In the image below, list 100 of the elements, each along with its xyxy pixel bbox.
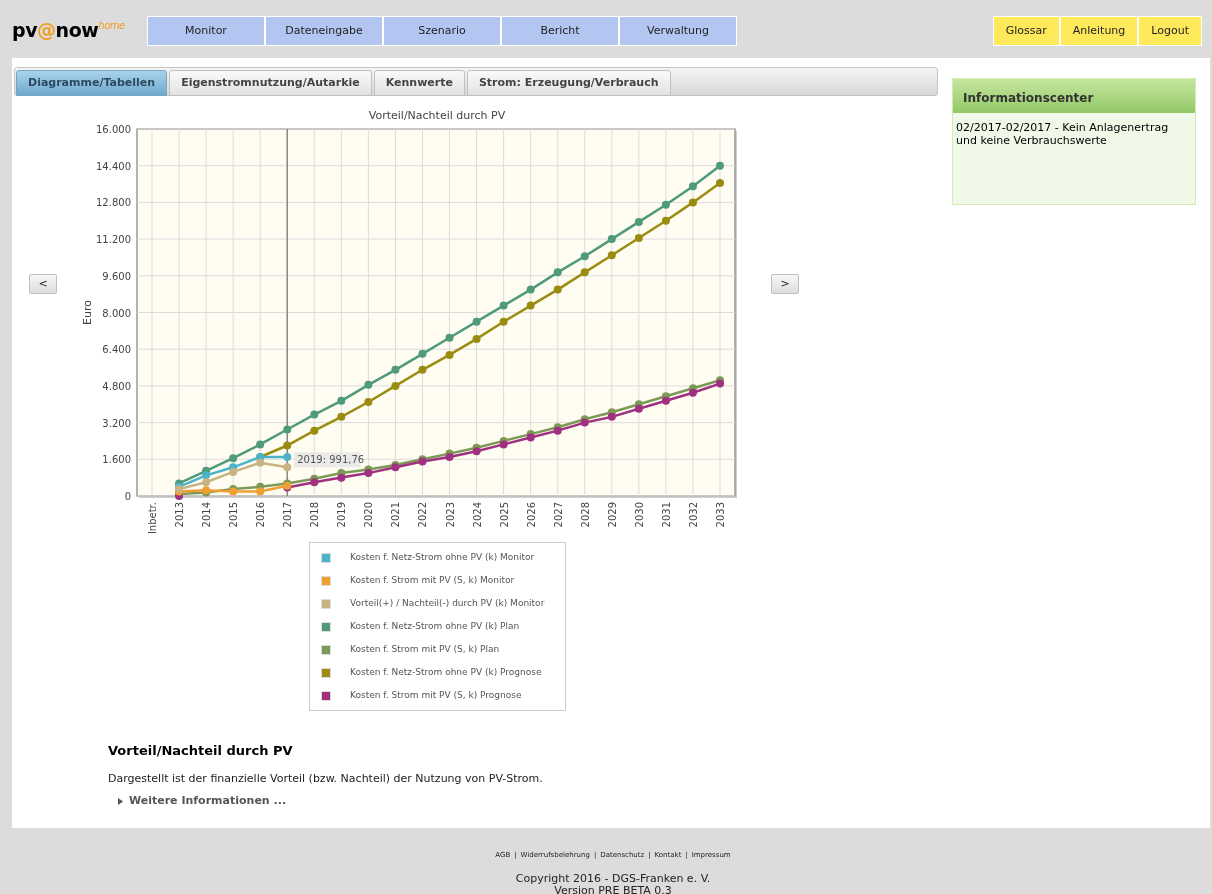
y-tick-label: 12.800 [96,197,131,209]
data-point [283,425,292,434]
data-point [310,410,319,419]
data-point [688,388,697,397]
data-point [364,380,373,389]
data-point [716,178,724,187]
data-point [661,200,670,209]
x-tick-label: Inbetr. [147,502,158,535]
x-tick-label: 2017 [282,502,294,528]
data-point [580,418,589,427]
y-tick-label: 6.400 [102,344,131,356]
tooltip: 2019: 991,76 [294,452,365,468]
data-point [661,396,670,405]
x-tick-label: 2019 [336,502,348,528]
copyright-text: Copyright 2016 - DGS-Franken e. V. [515,872,711,885]
expand-icon [118,797,123,805]
data-point [310,426,319,435]
data-point [688,182,697,191]
data-point [634,404,643,413]
data-point [337,412,346,421]
data-point [391,365,400,374]
tab[interactable]: Strom: Erzeugung/Verbrauch [466,70,671,96]
data-point [472,317,481,326]
data-point [364,469,373,478]
data-point [283,453,292,461]
x-tick-label: 2014 [201,502,213,528]
more-info-link[interactable]: Weitere Informationen ... [129,793,287,810]
y-tick-label: 3.200 [102,417,131,429]
tab[interactable]: Kennwerte [373,70,465,96]
info-message: 02/2017-02/2017 - Kein Anlagenertrag und keine Verbrauchswerte [955,120,1170,147]
data-point [391,381,400,390]
x-tick-label: 2020 [363,502,375,528]
header-button[interactable]: Logout [1138,16,1202,46]
previous-button[interactable]: < [29,274,57,294]
legend-label[interactable]: Vorteil(+) / Nachteil(-) durch PV (k) Monitor [350,596,545,611]
y-tick-label: 14.400 [96,160,131,172]
nav-tab[interactable]: Monitor [147,16,265,46]
legend-label[interactable]: Kosten f. Netz-Strom ohne PV (k) Plan [350,619,520,634]
header-button[interactable]: Glossar [992,16,1060,46]
x-tick-label: 2018 [309,502,321,528]
data-point [445,333,454,342]
data-point [202,478,211,487]
legend-label[interactable]: Kosten f. Netz-Strom ohne PV (k) Prognose [350,665,542,680]
data-point [499,440,508,449]
x-tick-label: 2030 [633,502,645,528]
nav-tab[interactable]: Dateneingabe [265,16,383,46]
data-point [283,441,292,450]
data-point [553,268,562,277]
x-tick-label: 2024 [471,502,483,528]
data-point [634,217,643,226]
data-point [526,433,535,442]
nav-tab[interactable]: Szenario [383,16,501,46]
section-heading: Vorteil/Nachteil durch PV [108,742,294,760]
nav-tab[interactable]: Bericht [501,16,619,46]
legend-label[interactable]: Kosten f. Strom mit PV (S, k) Plan [350,642,500,657]
x-tick-label: 2028 [579,502,591,528]
data-point [661,216,670,225]
data-point [716,161,724,170]
data-point [553,285,562,294]
y-tick-label: 9.600 [102,270,131,282]
nav-tab[interactable]: Verwaltung [619,16,737,46]
y-tick-label: 1.600 [102,454,131,466]
data-point [418,365,427,374]
next-button[interactable]: > [771,274,799,294]
data-point [688,198,697,207]
legend-label[interactable]: Kosten f. Strom mit PV (S, k) Prognose [350,688,522,703]
panel-title: Informationscenter [953,79,1195,113]
data-point [553,426,562,435]
x-tick-label: 2031 [660,502,672,528]
data-point [256,487,265,496]
data-point [499,301,508,310]
x-tick-label: 2022 [417,502,429,528]
data-point [499,317,508,326]
data-point [310,478,319,487]
data-point [634,233,643,242]
chart-title: Vorteil/Nachteil durch PV [368,109,506,122]
data-point [229,467,238,476]
x-tick-label: 2013 [174,502,186,528]
tab[interactable]: Eigenstromnutzung/Autarkie [169,70,372,96]
header-button[interactable]: Anleitung [1059,16,1139,46]
data-point [580,268,589,277]
x-tick-label: 2027 [552,502,564,528]
data-point [526,301,535,310]
y-tick-label: 8.000 [102,307,131,319]
y-tick-label: 4.800 [102,380,131,392]
tab[interactable]: Diagramme/Tabellen [16,70,168,96]
x-tick-label: 2023 [444,502,456,528]
description-text: Dargestellt ist der finanzielle Vorteil (bzw. Nachteil) der Nutzung von PV-Strom. [108,770,544,787]
data-point [418,349,427,358]
legend-label[interactable]: Kosten f. Strom mit PV (S, k) Monitor [350,573,515,588]
data-point [202,471,211,480]
data-point [364,397,373,406]
data-point [229,454,238,463]
y-tick-label: 16.000 [96,124,131,135]
data-point [283,463,292,472]
data-point [256,458,265,467]
data-point [337,396,346,405]
data-point [445,350,454,359]
data-point [526,285,535,294]
legend-label[interactable]: Kosten f. Netz-Strom ohne PV (k) Monitor [350,550,535,565]
